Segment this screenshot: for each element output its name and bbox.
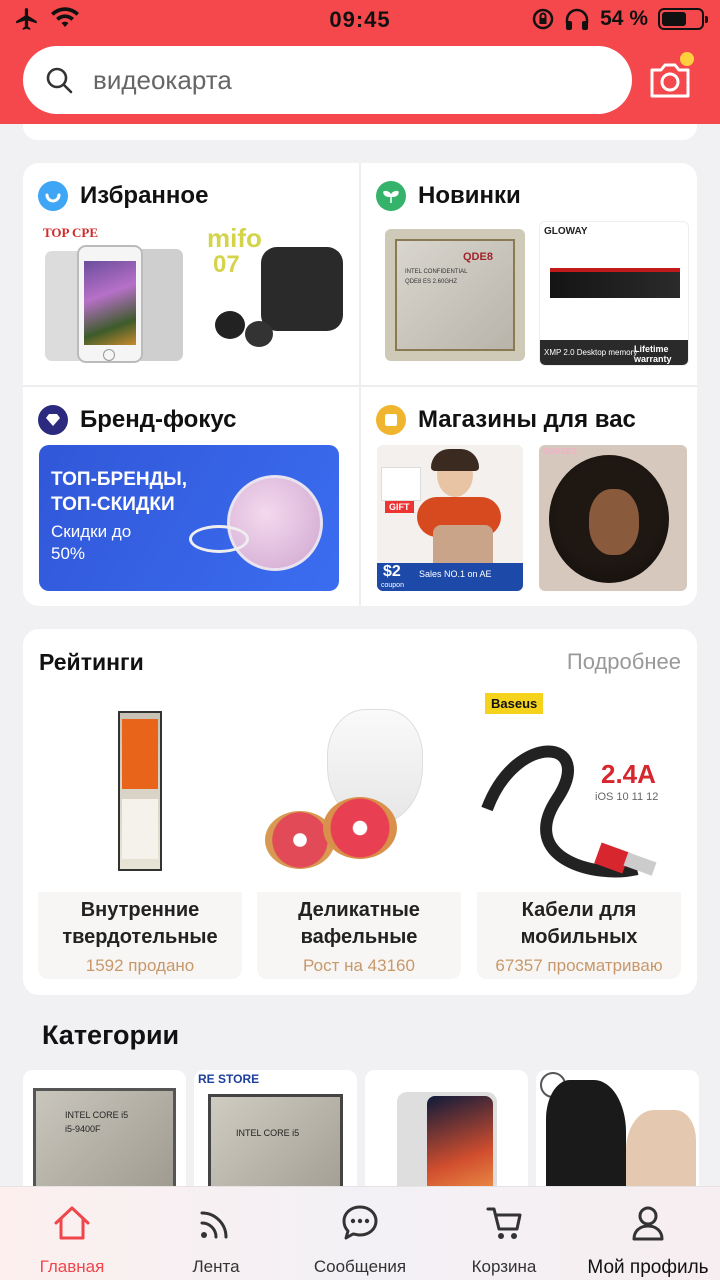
chip-label: QDE8: [463, 251, 493, 263]
categories-title: Категории: [42, 1020, 180, 1050]
rating-item-name: Деликатные: [298, 899, 420, 921]
nav-profile[interactable]: Мой профиль: [576, 1187, 720, 1280]
product-image-ram[interactable]: GLOWAY XMP 2.0 Desktop memory Lifetime w…: [539, 221, 689, 366]
search-icon: [46, 67, 73, 94]
cart-icon: [486, 1207, 522, 1239]
brand-banner[interactable]: ТОП-БРЕНДЫ, ТОП-СКИДКИ Скидки до 50%: [39, 445, 339, 591]
previous-card-edge: [23, 124, 697, 140]
profile-icon: [632, 1206, 664, 1241]
product-image-ssd: [38, 689, 242, 892]
nav-messages[interactable]: Сообщения: [288, 1187, 432, 1280]
rating-item-wafer[interactable]: Деликатные вафельные Рост на 43160: [257, 689, 461, 979]
section-title: Избранное: [80, 182, 209, 209]
battery-percent: 54 %: [600, 7, 648, 30]
rating-item-name: Внутренние: [80, 899, 200, 921]
rating-item-stat: 1592 продано: [85, 956, 195, 975]
battery-icon: [658, 8, 708, 30]
diamond-icon: [38, 405, 68, 435]
product-image-cable: Baseus 2.4A iOS 10 11 12: [477, 689, 681, 892]
bottom-navigation: Главная Лента Сообщения Корзина Мой проф…: [0, 1186, 720, 1280]
ratings-card: Рейтинги Подробнее Внутренние твердотель…: [23, 629, 697, 995]
rating-item-stat: 67357 просматриваю: [495, 956, 663, 975]
brand-label: TOP CPE: [43, 225, 99, 240]
feed-icon: [200, 1211, 228, 1239]
product-image-donut-maker: [257, 689, 461, 892]
home-icon: [54, 1206, 90, 1240]
rating-item-name: Кабели для: [521, 899, 637, 921]
ratings-more-link[interactable]: Подробнее: [567, 649, 681, 675]
rating-item-ssd[interactable]: Внутренние твердотельные 1592 продано: [38, 689, 242, 979]
section-new-arrivals[interactable]: Новинки QDE8 INTEL CONFIDENTIAL QDE8 ES …: [361, 163, 697, 383]
camera-search-button[interactable]: [648, 52, 694, 100]
category-item-phones[interactable]: [365, 1070, 528, 1200]
section-shops-for-you[interactable]: Магазины для вас GIFT $2 coupon Sales NO…: [361, 387, 697, 606]
section-title: Магазины для вас: [418, 406, 636, 433]
section-brand-focus[interactable]: Бренд-фокус ТОП-БРЕНДЫ, ТОП-СКИДКИ Скидк…: [23, 387, 359, 606]
product-image-earbuds[interactable]: mifo 07: [201, 221, 351, 366]
sprout-icon: [376, 181, 406, 211]
chat-icon: [342, 1205, 378, 1240]
ratings-title: Рейтинги: [39, 649, 144, 675]
store-icon: [376, 405, 406, 435]
rating-item-stat: Рост на 43160: [303, 956, 415, 975]
nav-home[interactable]: Главная: [0, 1187, 144, 1280]
nav-cart[interactable]: Корзина: [432, 1187, 576, 1280]
featured-sections-card: Избранное TOP CPE mifo 07 Новинки QDE8 I…: [23, 163, 697, 606]
section-title: Новинки: [418, 182, 521, 209]
category-item-cpu-2[interactable]: RE STORE INTEL CORE i5: [194, 1070, 357, 1200]
status-bar: 09:45 54 %: [0, 0, 720, 40]
product-image-cpu[interactable]: QDE8 INTEL CONFIDENTIAL QDE8 ES 2.60GHZ: [385, 229, 525, 361]
category-item-clothing[interactable]: [536, 1070, 699, 1200]
notification-dot: [680, 52, 694, 66]
model-label: 07: [213, 251, 240, 278]
rotation-lock-icon: [532, 8, 554, 30]
camera-icon: [650, 63, 690, 98]
section-title: Бренд-фокус: [80, 406, 237, 433]
rating-item-cables[interactable]: Baseus 2.4A iOS 10 11 12 Кабели для моби…: [477, 689, 681, 979]
headphones-icon: [565, 8, 589, 30]
header: 09:45 54 % видеокарта: [0, 0, 720, 124]
nav-feed[interactable]: Лента: [144, 1187, 288, 1280]
product-image-iphones[interactable]: TOP CPE: [39, 221, 189, 366]
product-image-massager[interactable]: GIFT $2 coupon Sales NO.1 on AE: [377, 445, 523, 591]
product-image-wig[interactable]: DORSES: [539, 445, 687, 591]
category-item-cpu[interactable]: INTEL CORE i5 i5-9400F: [23, 1070, 186, 1200]
brand-label: mifo: [207, 223, 262, 253]
search-input[interactable]: видеокарта: [23, 46, 632, 114]
smile-icon: [38, 181, 68, 211]
section-favorites[interactable]: Избранное TOP CPE mifo 07: [23, 163, 359, 383]
search-placeholder: видеокарта: [93, 64, 232, 95]
